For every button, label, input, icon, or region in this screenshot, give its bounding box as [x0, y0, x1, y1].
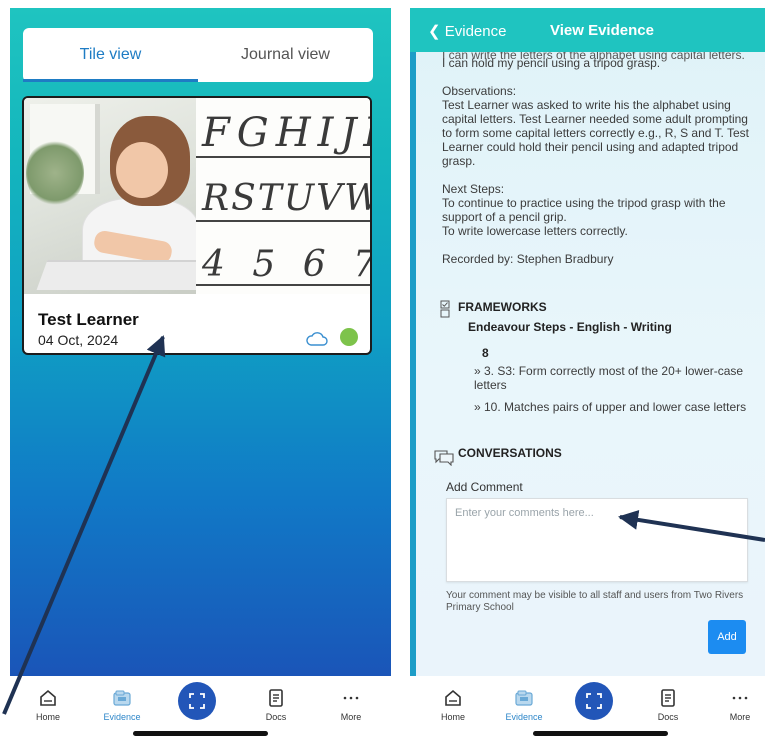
cloud-icon	[306, 332, 328, 346]
observations-title: Observations:	[442, 84, 517, 98]
comment-input[interactable]	[446, 498, 748, 582]
phone-tile-view: Tile view Journal view FGHIJK RSTUVWXY 4…	[10, 8, 391, 728]
nav-evidence[interactable]: Evidence	[489, 676, 559, 728]
learner-name: Test Learner	[38, 310, 139, 329]
nav-more-label: More	[340, 712, 362, 722]
framework-level: 8	[482, 346, 489, 360]
more-icon	[732, 696, 748, 700]
nav-more-label: More	[729, 712, 751, 722]
docs-icon	[269, 689, 283, 707]
scan-button[interactable]	[178, 682, 216, 720]
handwriting-row: RSTUVWXY	[202, 178, 370, 219]
next-steps-title: Next Steps:	[442, 182, 505, 196]
frameworks-icon	[440, 300, 450, 318]
handwriting-row: 4 5 6 78	[202, 244, 370, 285]
next-step-2: To write lowercase letters correctly.	[442, 224, 628, 238]
frameworks-heading: FRAMEWORKS	[458, 300, 547, 314]
comment-visibility-note: Your comment may be visible to all staff…	[446, 590, 744, 613]
tab-tile-view[interactable]: Tile view	[23, 28, 198, 82]
nav-docs-label: Docs	[657, 712, 679, 722]
conversations-icon	[434, 450, 454, 466]
scan-button[interactable]	[575, 682, 613, 720]
evidence-icon	[515, 690, 533, 706]
evidence-date: 04 Oct, 2024	[38, 332, 119, 348]
nav-home-label: Home	[440, 712, 465, 722]
view-toggle: Tile view Journal view	[23, 28, 373, 82]
screenshot-canvas: Tile view Journal view FGHIJK RSTUVWXY 4…	[0, 0, 765, 744]
child-writing-photo	[24, 98, 196, 294]
recorded-by: Recorded by: Stephen Bradbury	[442, 252, 614, 266]
conversations-heading: CONVERSATIONS	[458, 446, 562, 460]
back-button[interactable]: ❮ Evidence	[428, 22, 506, 40]
nav-more[interactable]: More	[316, 676, 386, 728]
home-indicator	[533, 731, 668, 736]
handwriting-row: FGHIJK	[202, 110, 370, 156]
more-icon	[343, 696, 359, 700]
back-label: Evidence	[444, 23, 507, 40]
add-comment-label: Add Comment	[446, 480, 523, 494]
nav-evidence-label: Evidence	[103, 712, 141, 722]
nav-docs[interactable]: Docs	[633, 676, 703, 728]
nav-evidence[interactable]: Evidence	[87, 676, 157, 728]
scan-icon	[189, 693, 205, 709]
nav-docs[interactable]: Docs	[241, 676, 311, 728]
nav-header: ❮ Evidence View Evidence	[410, 8, 765, 52]
observations-body: Test Learner was asked to write his the …	[442, 98, 750, 168]
evidence-tile-card[interactable]: FGHIJK RSTUVWXY 4 5 6 78 Test Learner 04…	[22, 96, 372, 355]
framework-item: » 10. Matches pairs of upper and lower c…	[474, 400, 747, 414]
page-title: View Evidence	[550, 22, 654, 39]
nav-home-label: Home	[35, 712, 60, 722]
nav-docs-label: Docs	[265, 712, 287, 722]
scan-icon	[586, 693, 602, 709]
nav-home[interactable]: Home	[13, 676, 83, 728]
evidence-icon	[113, 690, 131, 706]
bottom-tab-bar: Home Evidence Docs More	[10, 676, 391, 728]
tab-journal-view[interactable]: Journal view	[198, 28, 373, 82]
nav-more[interactable]: More	[705, 676, 765, 728]
status-dot	[340, 328, 358, 346]
add-comment-button[interactable]: Add	[708, 620, 746, 654]
nav-home[interactable]: Home	[418, 676, 488, 728]
home-indicator	[133, 731, 268, 736]
handwriting-sample-image: FGHIJK RSTUVWXY 4 5 6 78	[196, 98, 370, 294]
chevron-left-icon: ❮	[428, 23, 441, 40]
next-step-1: To continue to practice using the tripod…	[442, 196, 726, 224]
home-icon	[445, 689, 461, 706]
home-icon	[40, 689, 56, 706]
docs-icon	[661, 689, 675, 707]
learning-outcome: I can hold my pencil using a tripod gras…	[442, 56, 661, 70]
bottom-tab-bar: Home Evidence Docs More	[410, 676, 765, 728]
phone-view-evidence: I can write the letters of the alphabet …	[410, 8, 765, 728]
framework-name: Endeavour Steps - English - Writing	[468, 320, 672, 334]
framework-item: » 3. S3: Form correctly most of the 20+ …	[474, 364, 744, 392]
nav-evidence-label: Evidence	[505, 712, 543, 722]
